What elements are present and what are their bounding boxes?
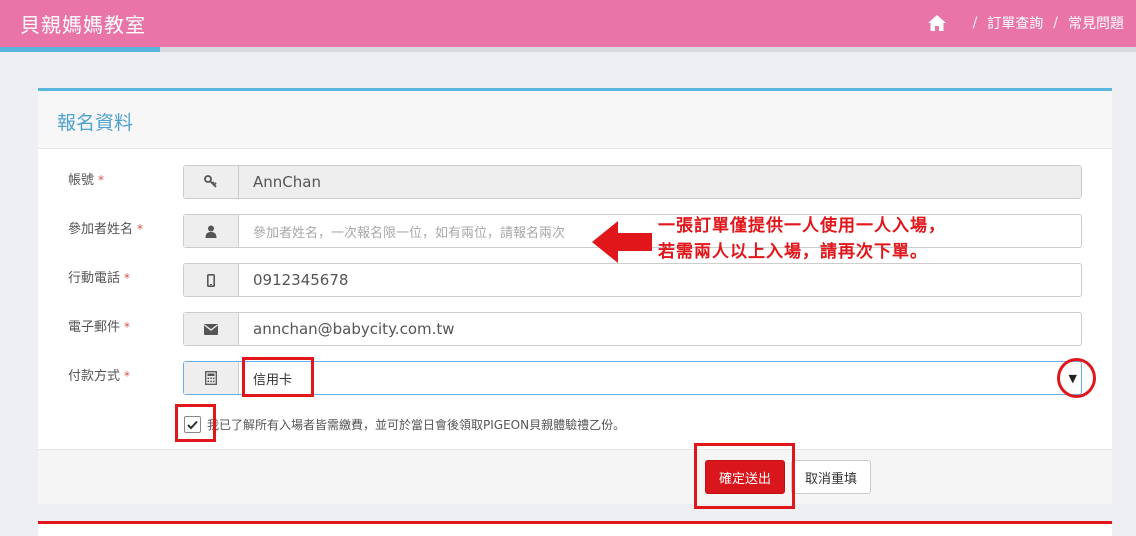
top-navbar: 貝親媽媽教室 / 訂單查詢 / 常見問題 [0, 0, 1136, 47]
annotation-line-1: 一張訂單僅提供一人使用一人入場， [658, 216, 946, 236]
highlight-dropdown-caret [1057, 358, 1096, 398]
home-icon[interactable] [927, 14, 947, 32]
email-input[interactable]: annchan@babycity.com.tw [183, 312, 1082, 346]
nav-faq[interactable]: 常見問題 [1068, 13, 1124, 33]
email-value: annchan@babycity.com.tw [253, 320, 455, 338]
agree-row: 我已了解所有入場者皆需繳費，並可於當日會後領取PIGEON貝親體驗禮乙份。 [184, 416, 625, 433]
card-header [38, 91, 1112, 149]
phone-label: 行動電話 * [68, 271, 131, 286]
mobile-icon [184, 264, 239, 296]
account-field[interactable]: AnnChan [183, 165, 1082, 199]
left-arrow-icon [592, 221, 652, 267]
calculator-icon [184, 362, 239, 394]
highlight-agree-checkbox [175, 404, 216, 442]
top-nav: / 訂單查詢 / 常見問題 [927, 13, 1124, 33]
highlight-submit-button [694, 443, 795, 509]
brand-title[interactable]: 貝親媽媽教室 [20, 9, 146, 38]
breadcrumb-separator: / [972, 15, 978, 31]
form-footer [38, 449, 1112, 504]
reset-button[interactable]: 取消重填 [791, 460, 871, 494]
phone-value: 0912345678 [253, 271, 349, 289]
account-label: 帳號 * [68, 173, 105, 188]
navbar-underline [0, 47, 1136, 52]
user-icon [184, 215, 239, 247]
key-icon [184, 166, 239, 198]
navbar-active-indicator [0, 47, 160, 52]
breadcrumb-separator: / [1053, 15, 1058, 31]
card-title: 報名資料 [57, 112, 134, 134]
next-section-card [38, 521, 1112, 536]
payment-value: 信用卡 [253, 372, 293, 388]
mobile-phone-input[interactable]: 0912345678 [183, 263, 1082, 297]
highlight-payment-value [242, 357, 314, 397]
envelope-icon [184, 313, 239, 345]
annotation-line-2: 若需兩人以上入場，請再次下單。 [658, 242, 928, 262]
agree-text: 我已了解所有入場者皆需繳費，並可於當日會後領取PIGEON貝親體驗禮乙份。 [207, 418, 626, 432]
email-label: 電子郵件 * [68, 320, 131, 335]
name-label: 參加者姓名 * [68, 222, 144, 237]
account-value: AnnChan [239, 166, 1081, 198]
payment-method-select[interactable]: 信用卡 ▼ [183, 361, 1082, 395]
payment-label: 付款方式 * [68, 369, 131, 384]
annotation-note: 一張訂單僅提供一人使用一人入場， 若需兩人以上入場，請再次下單。 [658, 213, 946, 265]
nav-order-query[interactable]: 訂單查詢 [987, 13, 1043, 33]
